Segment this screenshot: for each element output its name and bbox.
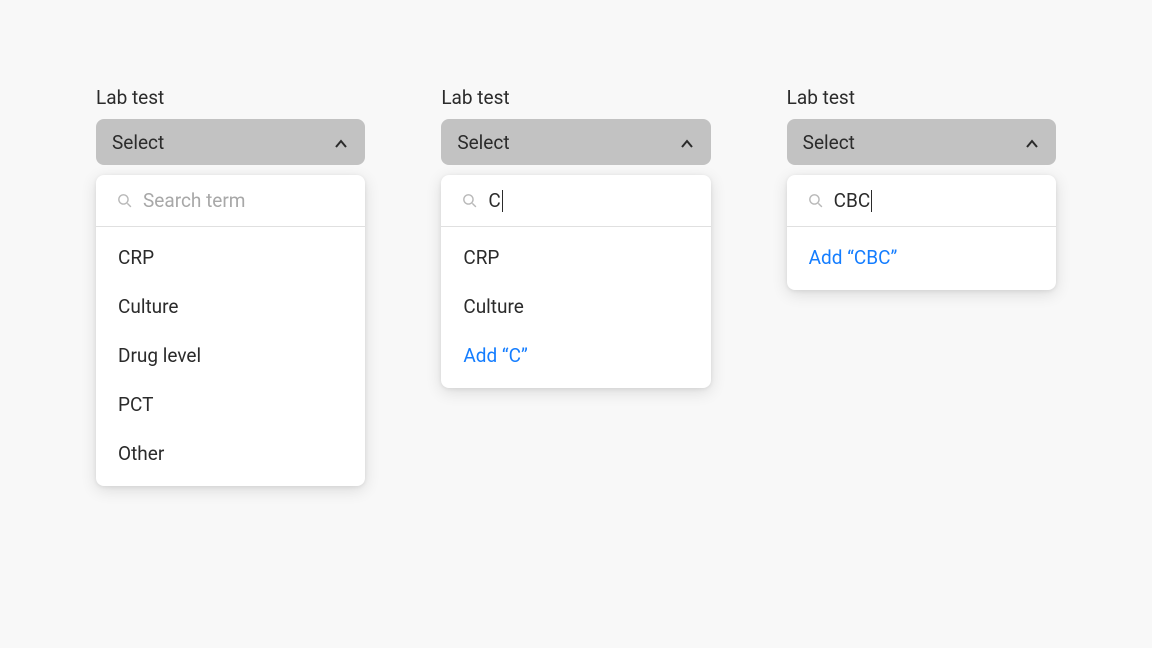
- select-value: Select: [803, 131, 855, 154]
- option-culture[interactable]: Culture: [96, 282, 365, 331]
- search-value: C: [488, 189, 502, 212]
- chevron-up-icon: [1024, 134, 1040, 150]
- text-caret: [502, 190, 503, 212]
- options-list: CRP Culture Add “C”: [441, 227, 710, 388]
- dropdown-panel: Search term CRP Culture Drug level PCT O…: [96, 175, 365, 486]
- text-caret: [871, 190, 872, 212]
- options-list: CRP Culture Drug level PCT Other: [96, 227, 365, 486]
- lab-test-select-group: Lab test Select C CRP Culture Add “C”: [441, 86, 710, 388]
- option-culture[interactable]: Culture: [441, 282, 710, 331]
- search-icon: [461, 192, 478, 209]
- dropdown-panel: C CRP Culture Add “C”: [441, 175, 710, 388]
- select-trigger[interactable]: Select: [441, 119, 710, 165]
- add-new-option[interactable]: Add “CBC”: [787, 233, 1056, 282]
- options-list: Add “CBC”: [787, 227, 1056, 290]
- field-label: Lab test: [787, 86, 1056, 109]
- option-crp[interactable]: CRP: [441, 233, 710, 282]
- option-crp[interactable]: CRP: [96, 233, 365, 282]
- search-input[interactable]: CBC: [787, 175, 1056, 227]
- search-value: CBC: [834, 189, 873, 212]
- search-icon: [807, 192, 824, 209]
- chevron-up-icon: [679, 134, 695, 150]
- search-input[interactable]: C: [441, 175, 710, 227]
- search-icon: [116, 192, 133, 209]
- search-placeholder: Search term: [143, 189, 245, 212]
- option-drug-level[interactable]: Drug level: [96, 331, 365, 380]
- select-value: Select: [112, 131, 164, 154]
- search-input[interactable]: Search term: [96, 175, 365, 227]
- dropdown-panel: CBC Add “CBC”: [787, 175, 1056, 290]
- field-label: Lab test: [96, 86, 365, 109]
- select-trigger[interactable]: Select: [96, 119, 365, 165]
- select-trigger[interactable]: Select: [787, 119, 1056, 165]
- option-other[interactable]: Other: [96, 429, 365, 478]
- option-pct[interactable]: PCT: [96, 380, 365, 429]
- add-new-option[interactable]: Add “C”: [441, 331, 710, 380]
- chevron-up-icon: [333, 134, 349, 150]
- select-value: Select: [457, 131, 509, 154]
- lab-test-select-group: Lab test Select CBC Add “CBC”: [787, 86, 1056, 290]
- field-label: Lab test: [441, 86, 710, 109]
- lab-test-select-group: Lab test Select Search term CRP Culture …: [96, 86, 365, 486]
